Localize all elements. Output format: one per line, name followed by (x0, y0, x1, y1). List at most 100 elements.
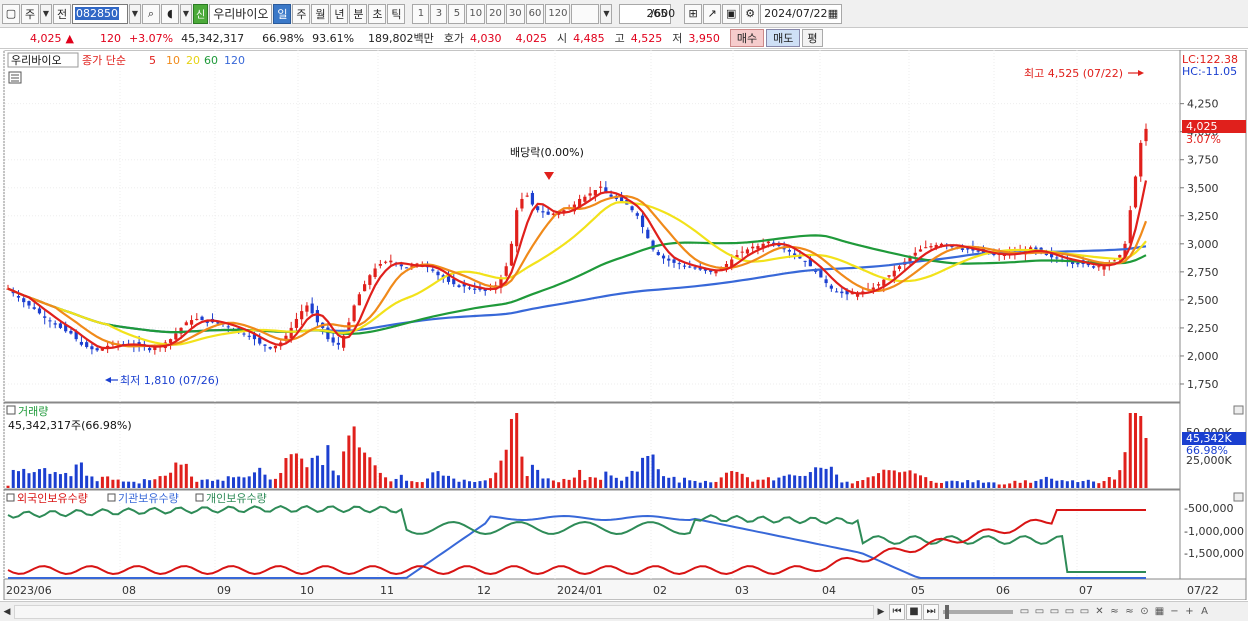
candle-body (273, 345, 278, 349)
candle-body (1055, 257, 1059, 259)
tool-4-icon[interactable]: ⊙ (1137, 604, 1152, 620)
interval-30[interactable]: 30 (505, 3, 525, 24)
stop-icon[interactable]: ■ (906, 603, 922, 620)
trend-tool-icon[interactable]: ↗ (703, 3, 722, 24)
calendar-icon[interactable]: ▦ (828, 7, 838, 20)
volume-bar (536, 469, 540, 488)
legend-ma5: 5 (149, 54, 156, 67)
sell-button[interactable]: 매도 (766, 29, 801, 47)
date-field[interactable]: 2024/07/22 ▦ (760, 3, 843, 24)
search-icon[interactable]: ⌕ (142, 3, 160, 24)
prev-label: 전 (56, 7, 68, 21)
forward-icon[interactable]: ⏭ (923, 603, 939, 620)
candle-body (1112, 260, 1117, 262)
layout-5-icon[interactable]: ▭ (1077, 604, 1092, 620)
candle-body (924, 247, 928, 249)
evaluate-button[interactable]: 평 (802, 29, 823, 47)
volume-bar (987, 482, 991, 488)
period-daily[interactable]: 일 (273, 3, 292, 24)
interval-20[interactable]: 20 (486, 3, 505, 24)
volume-bar (835, 474, 839, 488)
volume-bar (127, 481, 131, 488)
tool-3-icon[interactable]: ≈ (1122, 604, 1137, 620)
candle-body (918, 249, 923, 252)
volume-bar (431, 472, 435, 488)
volume-bar (1118, 470, 1122, 488)
chart-scrollbar[interactable]: ◀ ▶ ⏮ ■ ⏭ ▭ ▭ ▭ ▭ ▭ ✕ ≈ ≈ ⊙ ▦ − + A (0, 601, 1248, 621)
period-monthly[interactable]: 월 (311, 3, 330, 24)
volume-bar (305, 467, 309, 488)
candle-body (436, 271, 440, 276)
indicator-icon[interactable]: ⊞ (684, 3, 703, 24)
save-icon[interactable]: ▣ (722, 3, 741, 24)
volume-panel-close-icon[interactable] (1233, 405, 1244, 415)
candle-body (583, 196, 587, 202)
zoom-out-icon[interactable]: − (1167, 604, 1182, 620)
interval-1[interactable]: 1 (412, 3, 430, 24)
market-dropdown-icon[interactable]: ▼ (40, 3, 52, 24)
volume-bar (111, 479, 115, 488)
interval-dropdown-icon[interactable]: ▼ (600, 3, 613, 24)
volume-bar (646, 455, 650, 488)
speaker-icon[interactable]: ◖ (161, 3, 179, 24)
zoom-slider[interactable] (943, 604, 1013, 619)
interval-10[interactable]: 10 (466, 3, 486, 24)
period-yearly[interactable]: 년 (330, 3, 349, 24)
volume-bar (1018, 482, 1022, 488)
prev-button[interactable]: 전 (53, 3, 71, 24)
volume-bar (546, 478, 550, 488)
volume-bar (394, 478, 398, 488)
volume-bar (1076, 482, 1080, 488)
holdings-panel-close-icon[interactable] (1233, 492, 1244, 502)
volume-bar (1029, 482, 1033, 488)
period-weekly[interactable]: 주 (292, 3, 311, 24)
font-icon[interactable]: A (1197, 604, 1212, 620)
buy-button[interactable]: 매수 (729, 29, 765, 47)
tool-2-icon[interactable]: ≈ (1107, 604, 1122, 620)
rewind-icon[interactable]: ⏮ (889, 603, 905, 620)
period-weekly-label: 주 (296, 7, 307, 21)
layout-3-icon[interactable]: ▭ (1047, 604, 1062, 620)
volume-bar (499, 460, 503, 488)
window-menu-icon[interactable]: ▢ (2, 3, 20, 24)
volume-bar (1102, 481, 1106, 488)
scroll-track[interactable] (14, 604, 874, 619)
stock-chart[interactable]: 4,2504,0003,7503,5003,2503,0002,7502,500… (0, 50, 1248, 600)
interval-custom-field[interactable] (571, 3, 600, 24)
period-minute[interactable]: 분 (349, 3, 368, 24)
candle-body (22, 298, 26, 303)
legend-individual: 개인보유수량 (206, 492, 267, 505)
layout-4-icon[interactable]: ▭ (1062, 604, 1077, 620)
tool-5-icon[interactable]: ▦ (1152, 604, 1167, 620)
candle-body (520, 198, 524, 209)
layout-1-icon[interactable]: ▭ (1017, 604, 1032, 620)
volume-bar (1044, 476, 1048, 488)
volume-bar (614, 477, 618, 488)
layout-2-icon[interactable]: ▭ (1032, 604, 1047, 620)
stock-name-field[interactable]: 우리바이오 (209, 3, 273, 24)
interval-3[interactable]: 3 (430, 3, 448, 24)
gear-icon[interactable]: ⚙ (741, 3, 760, 24)
x-axis-area (3, 578, 1247, 600)
volume-bar (64, 472, 68, 488)
interval-120[interactable]: 120 (545, 3, 571, 24)
candle-body (677, 263, 681, 265)
interval-60[interactable]: 60 (525, 3, 545, 24)
period-second[interactable]: 초 (368, 3, 387, 24)
stock-code-input[interactable]: 082850 (72, 3, 128, 24)
period-tick[interactable]: 틱 (387, 3, 406, 24)
speaker-dropdown-icon[interactable]: ▼ (180, 3, 192, 24)
zoom-in-icon[interactable]: + (1182, 604, 1197, 620)
market-select[interactable]: 주 (21, 3, 39, 24)
interval-5[interactable]: 5 (448, 3, 466, 24)
scroll-left-icon[interactable]: ◀ (0, 604, 14, 620)
code-dropdown-icon[interactable]: ▼ (129, 3, 141, 24)
volume-bar (504, 449, 508, 488)
price-tick-label: 3,750 (1187, 154, 1219, 167)
volume-bar (803, 475, 807, 488)
date-tick-label: 08 (122, 584, 136, 597)
scroll-right-icon[interactable]: ▶ (874, 604, 888, 620)
candle-body (1139, 142, 1143, 177)
tool-1-icon[interactable]: ✕ (1092, 604, 1107, 620)
candle-body (504, 266, 508, 276)
